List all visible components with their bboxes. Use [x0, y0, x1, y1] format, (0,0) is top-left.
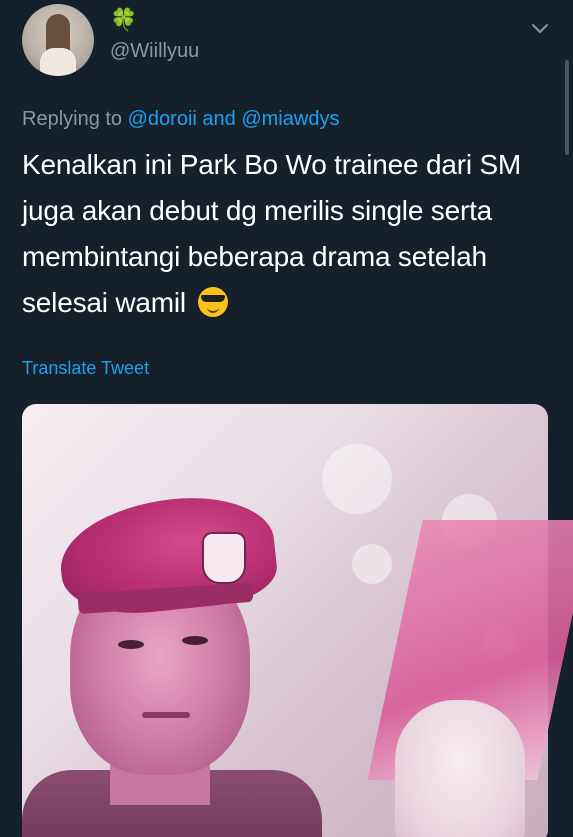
display-name[interactable]: 🍀 — [110, 8, 137, 32]
reply-prefix: Replying to — [22, 108, 123, 130]
photo-bokeh — [322, 444, 392, 514]
photo-hand — [395, 700, 525, 837]
tweet-page: 🍀 @Wiillyuu Replying to @doroii and @mia… — [0, 0, 573, 837]
tweet-line: juga akan debut dg merilis single serta — [22, 195, 493, 226]
sunglasses-emoji-icon — [197, 287, 228, 317]
mention-link[interactable]: @miawdys — [241, 108, 339, 130]
avatar-body — [40, 48, 76, 76]
tweet-line: Kenalkan ini Park Bo Wo trainee dari SM — [22, 149, 522, 180]
photo-eye — [182, 636, 208, 645]
avatar[interactable] — [22, 4, 94, 76]
photo-beret-badge — [202, 532, 246, 584]
reply-conjunction: and — [202, 108, 236, 130]
photo-bokeh — [352, 544, 392, 584]
reply-context: Replying to @doroii and @miawdys — [22, 108, 339, 131]
photo-mouth — [142, 712, 190, 718]
tweet-line-last: selesai wamil — [22, 280, 557, 326]
chevron-down-icon[interactable] — [529, 18, 551, 40]
emoji-smile — [206, 305, 219, 313]
tweet-line: membintangi beberapa drama setelah — [22, 241, 487, 272]
emoji-glasses — [200, 295, 225, 302]
mention-link[interactable]: @doroii — [128, 108, 197, 130]
tweet-text: Kenalkan ini Park Bo Wo trainee dari SM … — [22, 142, 557, 326]
username[interactable]: @Wiillyuu — [110, 40, 199, 63]
tweet-line: selesai wamil — [22, 287, 186, 318]
translate-tweet-link[interactable]: Translate Tweet — [22, 358, 149, 379]
scrollbar[interactable] — [565, 60, 569, 155]
photo-eye — [118, 640, 144, 649]
